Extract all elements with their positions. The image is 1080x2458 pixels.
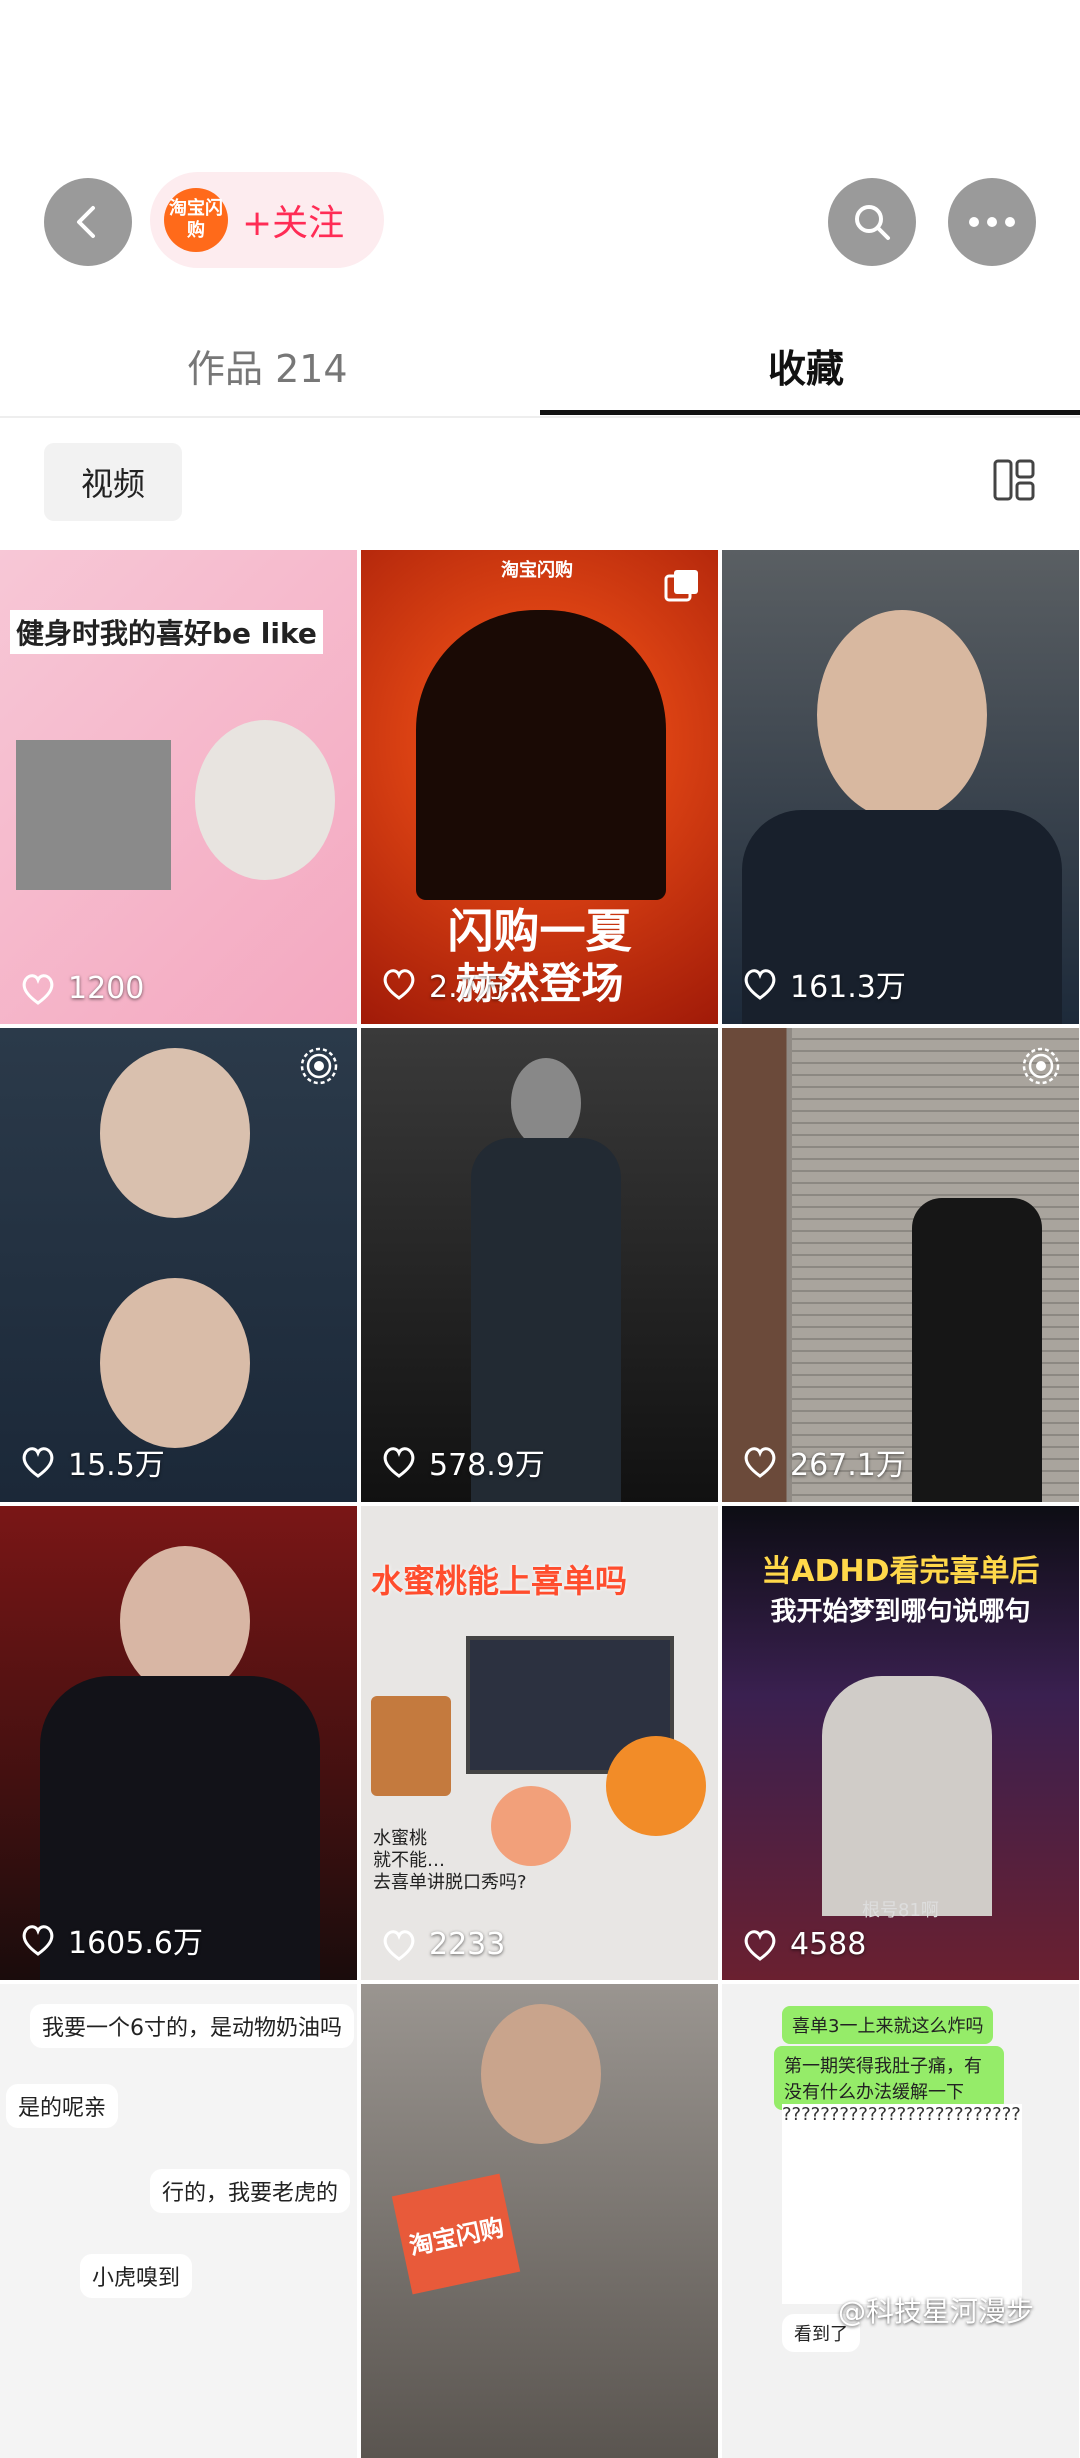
follow-button[interactable]: +关注 xyxy=(242,194,344,246)
likes-value: 15.5万 xyxy=(68,1448,165,1483)
active-tab-indicator xyxy=(540,410,1080,415)
likes-count: 267.1万 xyxy=(742,1440,906,1484)
favorites-grid: 健身时我的喜好be like 1200 淘宝闪购 闪购一夏 赫然登场 2.7万 … xyxy=(0,550,1080,2458)
silhouette xyxy=(416,610,666,900)
likes-value: 1605.6万 xyxy=(68,1926,203,1961)
video-caption: 水蜜桃能上喜单吗 xyxy=(371,1562,628,1600)
profile-tabs: 作品 214 收藏 xyxy=(0,330,1080,418)
gym-thumbnail xyxy=(16,740,171,890)
likes-count: 1200 xyxy=(20,971,144,1006)
figure-jacket xyxy=(912,1198,1042,1502)
figure-head xyxy=(511,1058,581,1148)
back-button[interactable] xyxy=(44,178,132,266)
caption-tag: 根号81啊 xyxy=(862,1900,939,1921)
grid-item[interactable]: 淘宝闪购 xyxy=(361,1984,718,2458)
brand-watermark: 淘宝闪购 xyxy=(501,560,573,581)
layout-toggle-icon[interactable] xyxy=(992,458,1036,502)
grid-item[interactable]: 健身时我的喜好be like 1200 xyxy=(0,550,357,1024)
heart-icon xyxy=(744,969,776,1000)
more-dots-icon xyxy=(969,217,1015,227)
video-caption: 健身时我的喜好be like xyxy=(10,610,323,654)
grid-item[interactable]: 我要一个6寸的，是动物奶油吗 是的呢亲 行的，我要老虎的 小虎嗅到 xyxy=(0,1984,357,2458)
video-caption: 当ADHD看完喜单后 xyxy=(761,1554,1040,1589)
heart-icon xyxy=(383,1447,415,1478)
likes-count: 2233 xyxy=(381,1927,505,1962)
grid-item[interactable]: 水蜜桃能上喜单吗 水蜜桃 就不能… 去喜单讲脱口秀吗? 2233 xyxy=(361,1506,718,1980)
likes-value: 2.7万 xyxy=(429,970,507,1005)
live-icon xyxy=(1022,1047,1060,1085)
likes-value: 4588 xyxy=(790,1927,867,1962)
brand-logo: 淘宝闪购 xyxy=(164,188,228,252)
likes-count: 4588 xyxy=(742,1927,866,1962)
profile-follow-pill[interactable]: 淘宝闪购 +关注 xyxy=(150,172,384,268)
grid-item[interactable]: 578.9万 xyxy=(361,1028,718,1502)
grid-item[interactable]: 喜单3一上来就这么炸吗 第一期笑得我肚子痛，有没有什么办法缓解一下 ??????… xyxy=(722,1984,1079,2458)
cup xyxy=(371,1696,451,1796)
divider xyxy=(0,416,1080,418)
chat-message: 喜单3一上来就这么炸吗 xyxy=(782,2006,994,2044)
peach xyxy=(491,1786,571,1866)
heart-icon xyxy=(383,969,415,1000)
live-icon xyxy=(300,1047,338,1085)
grid-item[interactable]: 当ADHD看完喜单后 我开始梦到哪句说哪句 根号81啊 4588 xyxy=(722,1506,1079,1980)
likes-count: 161.3万 xyxy=(742,962,906,1006)
grid-item[interactable]: 15.5万 xyxy=(0,1028,357,1502)
likes-value: 161.3万 xyxy=(790,970,906,1005)
chat-message: 小虎嗅到 xyxy=(80,2254,193,2298)
chat-message: 我要一个6寸的，是动物奶油吗 xyxy=(30,2004,354,2048)
likes-count: 2.7万 xyxy=(381,962,507,1006)
chat-message: 行的，我要老虎的 xyxy=(150,2169,351,2213)
search-button[interactable] xyxy=(828,178,916,266)
multi-image-icon xyxy=(664,570,698,602)
search-icon xyxy=(855,205,890,240)
laugh-spam-box: ????????????????????????????????????????… xyxy=(782,2104,1022,2304)
likes-value: 2233 xyxy=(429,1927,506,1962)
grid-item[interactable]: 1605.6万 xyxy=(0,1506,357,1980)
heart-icon xyxy=(22,973,54,1005)
grid-item[interactable]: 267.1万 xyxy=(722,1028,1079,1502)
portrait-face-bottom xyxy=(100,1278,250,1448)
top-bar: 淘宝闪购 +关注 xyxy=(0,0,1080,330)
comedian xyxy=(822,1676,992,1916)
brand-tattoo: 淘宝闪购 xyxy=(391,2173,521,2295)
heart-icon xyxy=(383,1929,415,1961)
heart-icon xyxy=(22,1925,54,1956)
more-button[interactable] xyxy=(948,178,1036,266)
likes-count: 1605.6万 xyxy=(20,1918,203,1962)
mascot xyxy=(606,1736,706,1836)
heart-icon xyxy=(22,1447,54,1478)
portrait-face-top xyxy=(100,1048,250,1218)
video-caption-2: 我开始梦到哪句说哪句 xyxy=(770,1597,1031,1627)
likes-value: 578.9万 xyxy=(429,1448,545,1483)
grid-item[interactable]: 161.3万 xyxy=(722,550,1079,1024)
chat-message: 是的呢亲 xyxy=(6,2084,119,2128)
grid-item[interactable]: 淘宝闪购 闪购一夏 赫然登场 2.7万 xyxy=(361,550,718,1024)
likes-count: 15.5万 xyxy=(20,1440,165,1484)
cat-sticker xyxy=(195,720,335,880)
portrait-face xyxy=(817,610,987,820)
heart-icon xyxy=(744,1929,776,1961)
sub-text-3: 去喜单讲脱口秀吗? xyxy=(373,1872,527,1893)
likes-value: 1200 xyxy=(68,971,145,1006)
watermark: @科技星河漫步 xyxy=(838,2295,1035,2328)
heart-icon xyxy=(744,1447,776,1478)
filter-chip-video[interactable]: 视频 xyxy=(44,443,182,521)
tab-favorites[interactable]: 收藏 xyxy=(768,338,844,393)
runner-head xyxy=(481,2004,601,2144)
chevron-left-icon xyxy=(77,206,95,238)
chat-message: 第一期笑得我肚子痛，有没有什么办法缓解一下 xyxy=(774,2046,1004,2110)
likes-count: 578.9万 xyxy=(381,1440,545,1484)
tab-works[interactable]: 作品 214 xyxy=(187,338,348,393)
portrait-face xyxy=(120,1546,250,1696)
likes-value: 267.1万 xyxy=(790,1448,906,1483)
